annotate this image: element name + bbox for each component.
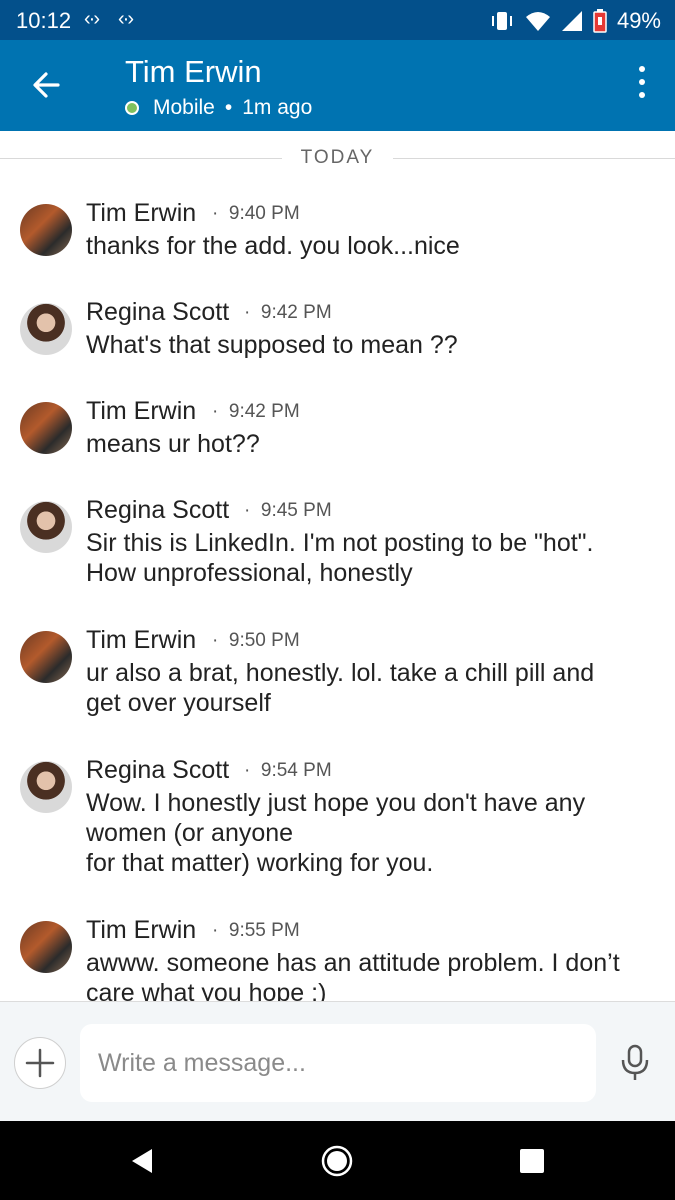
message-text: thanks for the add. you look...nice xyxy=(86,232,460,260)
sender-name[interactable]: Tim Erwin xyxy=(86,916,196,945)
battery-percent: 49% xyxy=(616,8,661,33)
code-icon: ‹·› xyxy=(84,8,100,30)
message-time: · 9:54 PM xyxy=(244,760,332,781)
separator-dot: • xyxy=(224,96,233,119)
avatar[interactable] xyxy=(20,303,72,355)
avatar[interactable] xyxy=(20,402,72,454)
message-time: · 9:45 PM xyxy=(244,500,332,521)
overflow-menu-icon[interactable] xyxy=(637,66,647,106)
message-thread[interactable]: TODAY Tim Erwin · 9:40 PM thanks for the… xyxy=(0,131,675,1001)
message-text: awww. someone has an attitude problem. I… xyxy=(86,949,620,1001)
nav-back-icon[interactable] xyxy=(126,1145,158,1177)
presence-device: Mobile xyxy=(153,96,215,119)
last-seen: 1m ago xyxy=(242,96,313,119)
online-indicator-icon xyxy=(125,101,139,115)
system-nav-bar xyxy=(0,1121,675,1200)
status-icons: 49% xyxy=(489,8,661,34)
message-time: · 9:55 PM xyxy=(212,920,300,941)
microphone-icon[interactable] xyxy=(620,1044,650,1082)
message-input[interactable] xyxy=(80,1024,596,1102)
message-text: ur also a brat, honestly. lol. take a ch… xyxy=(86,659,595,717)
message-time: · 9:40 PM xyxy=(212,203,300,224)
signal-icon xyxy=(561,11,582,31)
avatar[interactable] xyxy=(20,631,72,683)
avatar[interactable] xyxy=(20,921,72,973)
message-time: · 9:42 PM xyxy=(244,302,332,323)
sender-name[interactable]: Tim Erwin xyxy=(86,397,196,426)
date-divider: TODAY xyxy=(0,147,675,171)
sender-name[interactable]: Tim Erwin xyxy=(86,626,196,655)
presence-status: Mobile • 1m ago xyxy=(125,96,312,120)
message-time: · 9:42 PM xyxy=(212,401,300,422)
avatar[interactable] xyxy=(20,204,72,256)
app-bar: Tim Erwin Mobile • 1m ago xyxy=(0,40,675,131)
message-text: means ur hot?? xyxy=(86,430,260,458)
add-attachment-button[interactable] xyxy=(14,1037,66,1089)
message-composer xyxy=(0,1001,675,1122)
plus-icon xyxy=(25,1048,55,1078)
status-bar: 10:12 ‹·› ‹·› 49% xyxy=(0,0,675,40)
message-text: Sir this is LinkedIn. I'm not posting to… xyxy=(86,529,594,587)
sender-name[interactable]: Regina Scott xyxy=(86,496,229,525)
battery-icon xyxy=(593,9,607,33)
message-text: Wow. I honestly just hope you don't have… xyxy=(86,789,586,877)
sender-name[interactable]: Tim Erwin xyxy=(86,199,196,228)
status-time: 10:12 xyxy=(16,8,72,33)
message-time: · 9:50 PM xyxy=(212,630,300,651)
contact-name[interactable]: Tim Erwin xyxy=(125,54,262,90)
message-text: What's that supposed to mean ?? xyxy=(86,331,458,359)
vibrate-icon xyxy=(491,12,512,30)
sender-name[interactable]: Regina Scott xyxy=(86,298,229,327)
nav-home-icon[interactable] xyxy=(321,1145,353,1177)
wifi-icon xyxy=(525,12,550,31)
code-icon: ‹·› xyxy=(118,8,134,30)
avatar[interactable] xyxy=(20,501,72,553)
sender-name[interactable]: Regina Scott xyxy=(86,756,229,785)
nav-recents-icon[interactable] xyxy=(516,1145,548,1177)
back-arrow-icon[interactable] xyxy=(24,62,70,108)
avatar[interactable] xyxy=(20,761,72,813)
